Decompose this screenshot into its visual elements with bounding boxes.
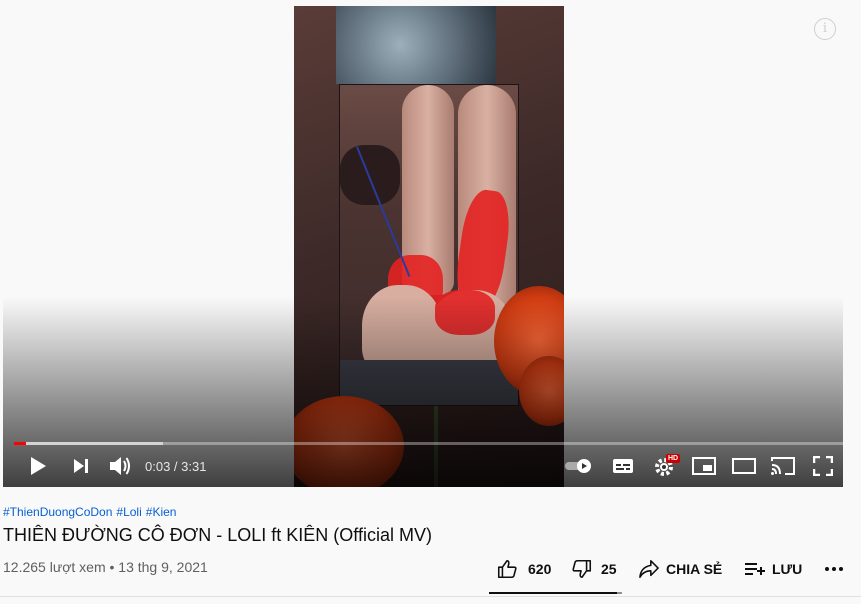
play-icon bbox=[31, 457, 46, 475]
share-label: CHIA SẺ bbox=[666, 561, 723, 577]
progress-bar[interactable] bbox=[14, 442, 843, 445]
time-display: 0:03 / 3:31 bbox=[145, 459, 206, 474]
buffered-bar bbox=[14, 442, 164, 445]
autoplay-toggle[interactable] bbox=[564, 454, 594, 478]
share-icon bbox=[639, 560, 659, 578]
video-player[interactable]: i 0:03 / 3:31 HD bbox=[3, 0, 843, 487]
hd-badge: HD bbox=[666, 454, 681, 463]
next-button[interactable] bbox=[69, 454, 93, 478]
dislike-icon bbox=[572, 559, 592, 579]
cast-icon bbox=[771, 457, 795, 475]
video-meta: #ThienDuongCoDon #Loli #Kien THIÊN ĐƯỜNG C… bbox=[3, 505, 858, 546]
video-title: THIÊN ĐƯỜNG CÔ ĐƠN - LOLI ft KIÊN (Offic… bbox=[3, 525, 432, 545]
like-button[interactable]: 620 bbox=[496, 558, 551, 580]
info-icon[interactable]: i bbox=[814, 18, 836, 40]
dislike-count: 25 bbox=[601, 561, 617, 577]
fullscreen-icon bbox=[813, 456, 833, 476]
subtitles-button[interactable] bbox=[610, 454, 636, 478]
view-info: 12.265 lượt xem • 13 thg 9, 2021 bbox=[3, 559, 208, 575]
window-backdrop bbox=[336, 6, 496, 84]
share-button[interactable]: CHIA SẺ bbox=[638, 559, 722, 579]
save-button[interactable]: LƯU bbox=[744, 560, 802, 578]
like-dislike-bar bbox=[489, 592, 622, 594]
more-icon bbox=[825, 567, 843, 571]
subtitles-icon bbox=[613, 459, 633, 473]
played-bar bbox=[14, 442, 27, 445]
more-actions-button[interactable] bbox=[824, 566, 844, 572]
time-separator: / bbox=[170, 459, 182, 474]
upload-date: 13 thg 9, 2021 bbox=[118, 559, 208, 575]
theater-mode-button[interactable] bbox=[730, 454, 758, 478]
time-total: 3:31 bbox=[181, 459, 207, 474]
view-count: 12.265 lượt xem bbox=[3, 559, 106, 575]
dislike-button[interactable]: 25 bbox=[571, 558, 617, 580]
miniplayer-icon bbox=[692, 457, 716, 475]
cast-button[interactable] bbox=[769, 454, 797, 478]
autoplay-toggle-icon bbox=[565, 459, 591, 473]
action-bar: 620 25 CHIA SẺ LƯU bbox=[490, 553, 860, 585]
time-current: 0:03 bbox=[145, 459, 171, 474]
like-icon bbox=[497, 559, 517, 579]
hashtag-link[interactable]: #Loli bbox=[116, 505, 141, 519]
play-button[interactable] bbox=[25, 454, 51, 478]
view-date-separator: • bbox=[105, 559, 119, 575]
volume-icon bbox=[110, 457, 130, 475]
hashtag-link[interactable]: #ThienDuongCoDon bbox=[3, 505, 112, 519]
player-controls: 0:03 / 3:31 HD bbox=[3, 448, 843, 484]
theater-icon bbox=[732, 458, 756, 474]
next-icon bbox=[74, 459, 88, 473]
like-ratio-fill bbox=[489, 592, 617, 594]
volume-button[interactable] bbox=[106, 454, 134, 478]
hashtag-list: #ThienDuongCoDon #Loli #Kien bbox=[3, 505, 858, 519]
settings-button[interactable]: HD bbox=[650, 454, 681, 478]
miniplayer-button[interactable] bbox=[690, 454, 718, 478]
save-icon bbox=[745, 563, 765, 575]
divider bbox=[0, 596, 861, 597]
fullscreen-button[interactable] bbox=[810, 454, 836, 478]
save-label: LƯU bbox=[772, 561, 803, 577]
like-count: 620 bbox=[528, 561, 552, 577]
hashtag-link[interactable]: #Kien bbox=[146, 505, 177, 519]
